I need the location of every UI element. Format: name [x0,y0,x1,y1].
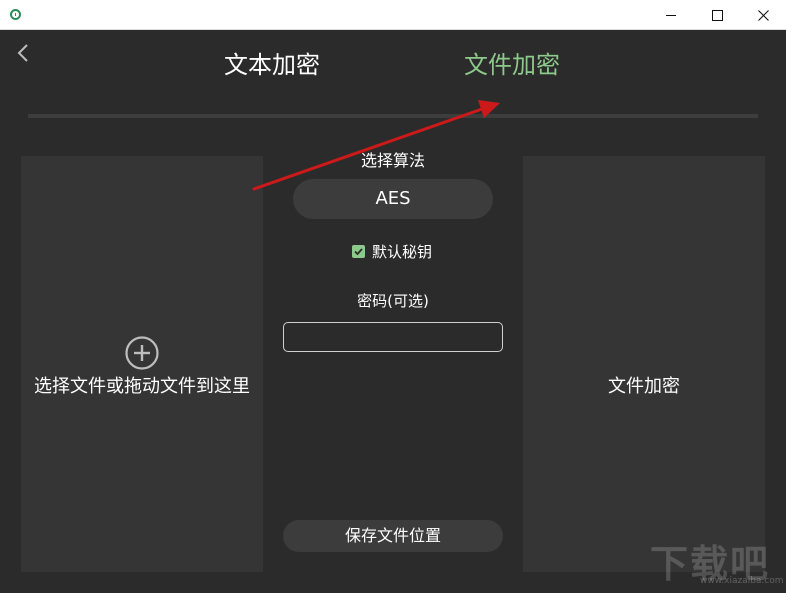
back-button[interactable] [14,42,32,64]
checkmark-icon [354,247,363,255]
tab-file-encrypt[interactable]: 文件加密 [464,48,560,82]
close-icon [757,9,769,21]
add-file-icon [125,336,159,370]
window-titlebar [0,0,786,30]
default-key-label: 默认秘钥 [372,242,433,261]
watermark-url: www.xiazaiba.com [700,576,784,586]
algorithm-label: 选择算法 [360,151,425,170]
file-encrypt-button[interactable]: 文件加密 [523,156,765,572]
maximize-icon [711,9,723,21]
maximize-button[interactable] [694,0,740,30]
file-encrypt-label: 文件加密 [608,376,680,397]
password-label: 密码(可选) [357,292,429,310]
tab-divider [28,114,758,118]
save-location-button[interactable]: 保存文件位置 [283,520,503,552]
minimize-button[interactable] [648,0,694,30]
default-key-option[interactable]: 默认秘钥 [352,240,432,262]
tab-text-encrypt[interactable]: 文本加密 [224,48,320,82]
minimize-icon [666,14,676,16]
default-key-checkbox[interactable] [352,244,365,258]
file-drop-label: 选择文件或拖动文件到这里 [34,376,250,397]
password-input[interactable] [283,322,503,352]
algorithm-select[interactable]: AES [293,179,493,219]
chevron-left-icon [17,44,28,62]
close-button[interactable] [740,0,786,30]
file-drop-zone[interactable]: 选择文件或拖动文件到这里 [21,156,263,572]
app-icon [10,9,21,20]
